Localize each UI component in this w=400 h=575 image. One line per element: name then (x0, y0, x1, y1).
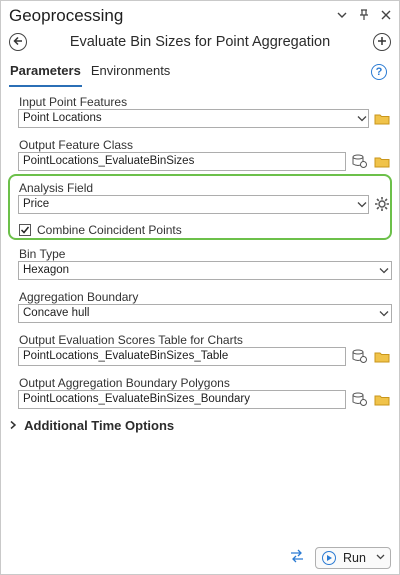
help-icon[interactable]: ? (371, 64, 387, 80)
pin-icon[interactable] (357, 8, 371, 22)
aggregation-boundary-label: Aggregation Boundary (19, 290, 139, 304)
tab-environments[interactable]: Environments (90, 63, 171, 83)
tool-title: Evaluate Bin Sizes for Point Aggregation (69, 34, 331, 50)
additional-time-options-label: Additional Time Options (24, 418, 175, 433)
chevron-right-icon (9, 418, 24, 433)
tool-header: Evaluate Bin Sizes for Point Aggregation (1, 31, 399, 57)
field-settings-gear-icon[interactable] (374, 196, 390, 212)
output-feature-class-geodatabase-icon[interactable] (352, 153, 368, 169)
aggregation-boundary-select[interactable]: Concave hull (18, 304, 392, 323)
input-point-features-chevron-down-icon[interactable] (356, 112, 368, 124)
aggregation-boundary-chevron-down-icon[interactable] (378, 307, 390, 319)
combine-coincident-label: Combine Coincident Points (37, 223, 182, 237)
bin-type-chevron-down-icon[interactable] (378, 264, 390, 276)
add-button[interactable] (373, 33, 391, 51)
geoprocessing-pane: Geoprocessing Evaluate Bin Sizes for Poi… (0, 0, 400, 575)
run-footer: Run (289, 547, 391, 569)
boundary-polygons-geodatabase-icon[interactable] (352, 391, 368, 407)
analysis-field-chevron-down-icon[interactable] (356, 198, 368, 210)
pane-title: Geoprocessing (9, 6, 124, 25)
combine-coincident-checkbox[interactable] (19, 224, 31, 236)
close-icon[interactable] (379, 8, 393, 22)
input-point-features-label: Input Point Features (19, 95, 128, 109)
output-scores-table-input[interactable]: PointLocations_EvaluateBinSizes_Table (18, 347, 346, 366)
tab-parameters[interactable]: Parameters (9, 63, 82, 87)
output-feature-class-input[interactable]: PointLocations_EvaluateBinSizes (18, 152, 346, 171)
boundary-polygons-browse-folder-icon[interactable] (374, 393, 390, 406)
output-boundary-polygons-label: Output Aggregation Boundary Polygons (19, 376, 230, 390)
bin-type-label: Bin Type (19, 247, 66, 261)
output-feature-class-label: Output Feature Class (19, 138, 134, 152)
input-browse-folder-icon[interactable] (374, 112, 390, 125)
scores-table-geodatabase-icon[interactable] (352, 348, 368, 364)
output-scores-table-label: Output Evaluation Scores Table for Chart… (19, 333, 243, 347)
analysis-field-label: Analysis Field (19, 181, 94, 195)
run-label: Run (343, 551, 366, 565)
scores-table-browse-folder-icon[interactable] (374, 350, 390, 363)
output-browse-folder-icon[interactable] (374, 155, 390, 168)
pane-title-bar: Geoprocessing (1, 1, 399, 31)
run-options-chevron-down-icon[interactable] (376, 552, 385, 562)
run-button[interactable]: Run (315, 547, 391, 569)
switch-tool-arrows-icon[interactable] (289, 548, 305, 569)
output-boundary-polygons-input[interactable]: PointLocations_EvaluateBinSizes_Boundary (18, 390, 346, 409)
additional-time-options-section[interactable]: Additional Time Options (9, 418, 174, 433)
tool-tabs: Parameters Environments (9, 63, 171, 87)
pane-options-chevron-icon[interactable] (335, 8, 349, 22)
input-point-features-select[interactable]: Point Locations (18, 109, 369, 128)
bin-type-select[interactable]: Hexagon (18, 261, 392, 280)
analysis-field-select[interactable]: Price (18, 195, 369, 214)
plus-icon (377, 33, 387, 51)
run-play-icon (322, 551, 336, 565)
checkmark-icon (20, 226, 30, 234)
pane-controls (335, 8, 393, 22)
